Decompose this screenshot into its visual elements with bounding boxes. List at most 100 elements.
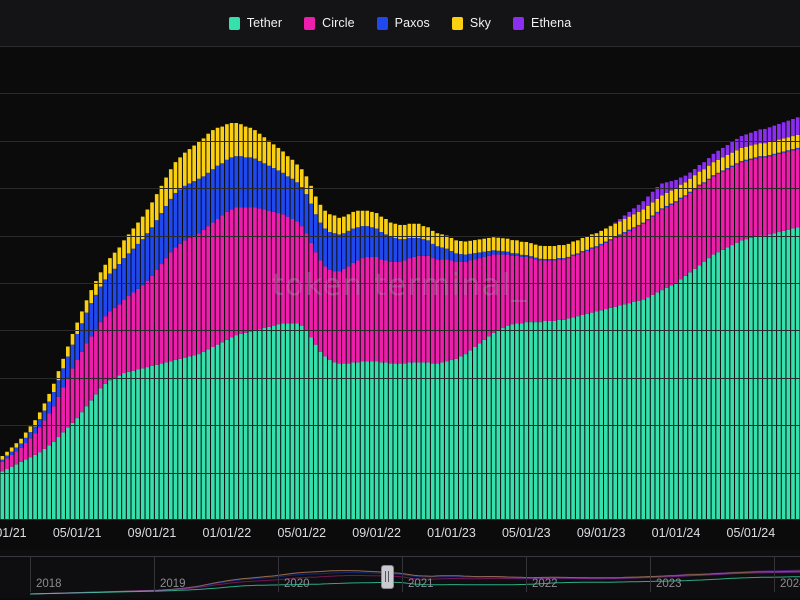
bar-segment-paxos <box>394 238 398 262</box>
bar-segment-sky <box>730 153 734 166</box>
bar-segment-sky <box>529 243 533 256</box>
bar-segment-paxos <box>164 206 168 258</box>
range-start-handle[interactable] <box>381 565 394 589</box>
bar-segment-tether <box>496 330 500 520</box>
bar-segment-sky <box>216 128 220 166</box>
bar-segment-tether <box>24 460 28 520</box>
legend-item-tether[interactable]: Tether <box>229 16 282 30</box>
bar-segment-circle <box>136 289 140 370</box>
bar-segment-tether <box>403 364 407 520</box>
bar-segment-paxos <box>754 157 758 158</box>
bar-segment-paxos <box>436 246 440 259</box>
bar-segment-circle <box>431 258 435 363</box>
bar-segment-circle <box>38 428 42 453</box>
bar-segment-tether <box>740 240 744 520</box>
bar-segment-sky <box>337 218 341 235</box>
bar-segment-circle <box>791 150 795 228</box>
chart-plot-area[interactable]: token terminal_ <box>0 46 800 520</box>
bar-segment-sky <box>553 246 557 259</box>
bar-segment-sky <box>524 242 528 255</box>
bar-segment-circle <box>735 165 739 243</box>
bar-segment-sky <box>244 127 248 158</box>
bar-segment-paxos <box>183 186 187 241</box>
bar-segment-paxos <box>103 279 107 316</box>
bar-segment-sky <box>281 151 285 172</box>
bar-segment-ethena <box>754 131 758 144</box>
stacked-bar-series <box>0 46 800 520</box>
bar-segment-circle <box>300 226 304 326</box>
bar-segment-ethena <box>749 133 753 146</box>
bar-segment-sky <box>740 148 744 161</box>
bar-segment-tether <box>5 469 9 520</box>
navigator-year-label: 2018 <box>36 578 62 590</box>
bar-segment-tether <box>239 334 243 520</box>
bar-segment-circle <box>707 180 711 258</box>
bar-segment-circle <box>665 207 669 288</box>
bar-segment-tether <box>1 471 5 520</box>
bar-segment-paxos <box>5 456 9 459</box>
bar-segment-sky <box>693 175 697 188</box>
range-navigator[interactable]: 2018201920202021202220232024 <box>0 550 800 600</box>
bar-segment-paxos <box>71 345 75 369</box>
bar-segment-circle <box>632 228 636 301</box>
bar-segment-tether <box>585 314 589 520</box>
bar-segment-sky <box>94 281 98 295</box>
bar-segment-circle <box>637 226 641 301</box>
bar-segment-tether <box>136 370 140 521</box>
bar-segment-paxos <box>370 227 374 257</box>
bar-segment-paxos <box>651 215 655 216</box>
bar-segment-circle <box>506 255 510 326</box>
bar-segment-tether <box>33 455 37 520</box>
bar-segment-ethena <box>646 197 650 206</box>
bar-segment-sky <box>758 143 762 156</box>
bar-segment-paxos <box>660 208 664 209</box>
bar-segment-paxos <box>627 230 631 231</box>
bar-segment-paxos <box>758 156 762 157</box>
bar-segment-tether <box>786 230 790 520</box>
x-axis-tick-label: 09/01/21 <box>128 526 177 540</box>
bar-segment-sky <box>473 240 477 253</box>
bar-segment-circle <box>464 262 468 354</box>
bar-segment-circle <box>361 258 365 361</box>
bar-segment-tether <box>164 362 168 520</box>
bar-segment-circle <box>267 211 271 327</box>
bar-segment-paxos <box>501 251 505 254</box>
bar-segment-circle <box>286 217 290 324</box>
bar-segment-paxos <box>557 258 561 259</box>
bar-segment-circle <box>426 256 430 363</box>
bar-segment-circle <box>230 210 234 338</box>
bar-segment-sky <box>655 199 659 212</box>
bar-segment-tether <box>782 231 786 520</box>
bar-segment-circle <box>94 329 98 394</box>
bar-segment-paxos <box>403 239 407 260</box>
bar-segment-sky <box>641 210 645 223</box>
legend-swatch-icon <box>304 17 315 30</box>
legend-item-sky[interactable]: Sky <box>452 16 491 30</box>
bar-segment-circle <box>520 257 524 323</box>
legend-item-paxos[interactable]: Paxos <box>377 16 430 30</box>
legend-item-ethena[interactable]: Ethena <box>513 16 571 30</box>
bar-segment-tether <box>19 462 23 520</box>
bar-segment-tether <box>103 384 107 520</box>
bar-segment-tether <box>89 400 93 520</box>
bar-segment-circle <box>492 255 496 333</box>
navigator-tick <box>402 556 403 592</box>
bar-segment-sky <box>248 128 252 158</box>
bar-segment-circle <box>384 260 388 362</box>
bar-segment-sky <box>595 233 599 246</box>
bar-segment-sky <box>117 247 121 264</box>
bar-segment-sky <box>85 300 89 312</box>
bar-segment-circle <box>132 292 136 370</box>
legend-item-circle[interactable]: Circle <box>304 16 355 30</box>
bar-segment-paxos <box>211 169 215 222</box>
bar-segment-sky <box>637 212 641 225</box>
bar-segment-circle <box>534 259 538 322</box>
bar-segment-paxos <box>389 237 393 262</box>
bar-segment-ethena <box>707 158 711 166</box>
bar-segment-tether <box>295 323 299 520</box>
bar-segment-sky <box>272 144 276 168</box>
bar-segment-tether <box>665 288 669 520</box>
bar-segment-tether <box>758 236 762 520</box>
bar-segment-paxos <box>230 157 234 209</box>
bar-segment-sky <box>590 234 594 247</box>
